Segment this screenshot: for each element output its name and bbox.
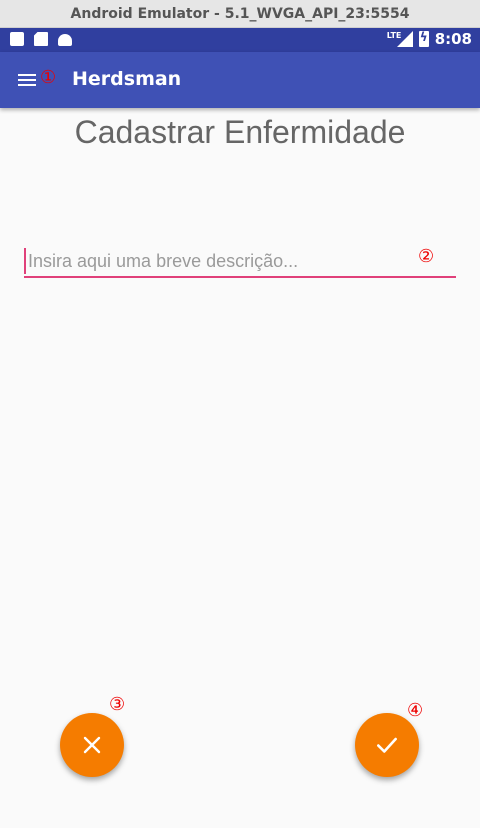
- emulator-title-bar: Android Emulator - 5.1_WVGA_API_23:5554: [0, 0, 480, 28]
- status-bar: LTE 8:08: [0, 28, 480, 52]
- android-icon: [58, 34, 72, 46]
- hamburger-menu-icon[interactable]: [18, 72, 38, 88]
- annotation-4: ④: [407, 700, 424, 721]
- battery-charging-icon: [418, 30, 429, 47]
- check-icon: [377, 737, 397, 753]
- description-input[interactable]: [24, 248, 456, 274]
- emulator-title: Android Emulator - 5.1_WVGA_API_23:5554: [70, 5, 410, 22]
- close-icon: [83, 736, 101, 754]
- confirm-button[interactable]: [355, 713, 419, 777]
- description-field-container: [24, 248, 456, 278]
- app-title: Herdsman: [72, 68, 182, 90]
- sd-card-icon: [34, 32, 48, 46]
- annotation-2: ②: [418, 246, 435, 267]
- status-time: 8:08: [434, 30, 472, 48]
- signal-icon: LTE: [387, 31, 413, 47]
- page-title: Cadastrar Enfermidade: [74, 114, 406, 150]
- annotation-1: ①: [40, 67, 57, 88]
- network-type: LTE: [386, 31, 402, 40]
- notification-icon: [10, 32, 24, 46]
- cancel-button[interactable]: [60, 713, 124, 777]
- annotation-3: ③: [109, 694, 126, 715]
